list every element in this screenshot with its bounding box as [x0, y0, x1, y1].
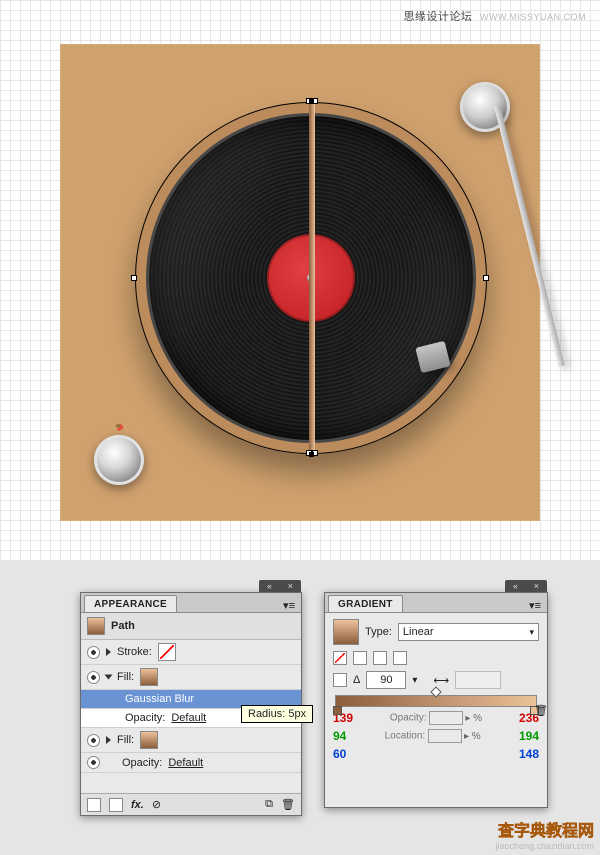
stroke-grad-opt2-icon[interactable] [373, 651, 387, 665]
opacity-label: Opacity: [125, 712, 165, 724]
stop-opacity-field [429, 711, 463, 725]
new-stroke-icon[interactable] [87, 798, 101, 812]
clear-appearance-icon[interactable]: ⊘ [152, 798, 161, 811]
credit-url: WWW.MISSYUAN.COM [480, 12, 586, 22]
reverse-gradient-icon[interactable] [333, 673, 347, 687]
watermark-cn: 查字典教程网 [495, 817, 594, 841]
volume-knob [94, 435, 144, 485]
fill-label: Fill: [117, 671, 134, 683]
fill-row[interactable]: Fill: [81, 665, 301, 690]
close-icon[interactable]: × [288, 582, 293, 591]
visibility-toggle-icon[interactable] [87, 646, 100, 659]
type-value: Linear [403, 626, 434, 638]
angle-value: 90 [380, 674, 392, 686]
panel-collapse-strip[interactable]: « × [505, 580, 547, 592]
aspect-ratio-icon[interactable]: ⟷ [433, 674, 449, 687]
disclosure-icon[interactable] [106, 736, 111, 744]
stroke-gradient-none-icon[interactable] [333, 651, 347, 665]
panels-area: « × APPEARANCE ▾≡ Path Stroke: Fill: Gau… [0, 560, 600, 855]
stroke-row[interactable]: Stroke: [81, 640, 301, 665]
handle-r[interactable] [483, 275, 489, 281]
stop-location-field [428, 729, 462, 743]
panel-tabbar: APPEARANCE ▾≡ [81, 593, 301, 613]
blur-radius-tooltip: Radius: 5px [241, 705, 313, 723]
gradient-preview-icon[interactable] [333, 619, 359, 645]
visibility-toggle-icon[interactable] [87, 734, 100, 747]
appearance-tab[interactable]: APPEARANCE [84, 595, 177, 612]
canvas-grid: 思缘设计论坛 WWW.MISSYUAN.COM [0, 0, 600, 560]
anchor-top[interactable] [309, 99, 314, 104]
aspect-field [455, 671, 501, 689]
type-label: Type: [365, 626, 392, 638]
object-opacity-row[interactable]: Opacity: Default [81, 753, 301, 773]
fill2-row[interactable]: Fill: [81, 728, 301, 753]
panel-collapse-strip[interactable]: « × [259, 580, 301, 592]
fill-swatch-icon[interactable] [140, 731, 158, 749]
handle-l[interactable] [131, 275, 137, 281]
panel-menu-icon[interactable]: ▾≡ [529, 599, 541, 612]
angle-field[interactable]: 90 [366, 671, 406, 689]
panel-menu-icon[interactable]: ▾≡ [283, 599, 295, 612]
site-watermark: 查字典教程网 jiaocheng.chazidian.com [495, 817, 594, 851]
trash-icon[interactable]: 🗑 [534, 704, 548, 717]
disclosure-icon[interactable] [106, 648, 111, 656]
gradient-panel[interactable]: « × GRADIENT ▾≡ Type: Linear ▾ [324, 592, 548, 808]
fx-menu-icon[interactable]: fx. [131, 799, 144, 811]
location-label: Location: [385, 731, 426, 742]
credit-cn: 思缘设计论坛 [403, 11, 472, 23]
source-credit: 思缘设计论坛 WWW.MISSYUAN.COM [403, 8, 586, 24]
visibility-toggle-icon[interactable] [87, 671, 100, 684]
watermark-en: jiaocheng.chazidian.com [495, 841, 594, 851]
visibility-toggle-icon[interactable] [87, 756, 100, 769]
effect-name: Gaussian Blur [125, 693, 194, 705]
right-g: 194 [519, 729, 539, 743]
tonearm [494, 105, 565, 366]
chevron-down-icon[interactable]: ▾ [529, 627, 534, 638]
opacity-value: Default [168, 757, 203, 769]
panel-tabbar: GRADIENT ▾≡ [325, 593, 547, 613]
appearance-footer: fx. ⊘ ⧉ 🗑 [81, 793, 301, 815]
selected-path[interactable] [309, 102, 315, 454]
angle-label: Δ [353, 674, 360, 686]
stroke-label: Stroke: [117, 646, 152, 658]
opacity-value: Default [171, 712, 206, 724]
gradient-tab[interactable]: GRADIENT [328, 595, 403, 612]
stroke-grad-opt3-icon[interactable] [393, 651, 407, 665]
left-g: 94 [333, 729, 346, 743]
collapse-icon[interactable]: « [513, 582, 518, 591]
fill-swatch-icon[interactable] [140, 668, 158, 686]
close-icon[interactable]: × [534, 582, 539, 591]
left-b: 60 [333, 747, 346, 761]
new-fill-icon[interactable] [109, 798, 123, 812]
gradient-ramp[interactable]: 🗑 [335, 695, 537, 707]
object-thumb-icon [87, 617, 105, 635]
anchor-bottom[interactable] [309, 452, 314, 457]
gradient-stop-left[interactable] [333, 706, 342, 715]
duplicate-icon[interactable]: ⧉ [265, 798, 273, 811]
collapse-icon[interactable]: « [267, 582, 272, 591]
disclosure-icon[interactable] [105, 675, 113, 680]
appearance-header: Path [81, 613, 301, 640]
chevron-down-icon[interactable]: ▾ [412, 675, 417, 686]
right-b: 148 [519, 747, 539, 761]
trash-icon[interactable]: 🗑 [281, 798, 295, 811]
opacity-label: Opacity: [390, 713, 427, 724]
object-type: Path [111, 620, 135, 632]
no-stroke-swatch-icon[interactable] [158, 643, 176, 661]
appearance-panel[interactable]: « × APPEARANCE ▾≡ Path Stroke: Fill: Gau… [80, 592, 302, 816]
gradient-type-select[interactable]: Linear ▾ [398, 623, 539, 641]
artboard[interactable] [60, 44, 540, 521]
opacity-label: Opacity: [122, 757, 162, 769]
stroke-grad-opt1-icon[interactable] [353, 651, 367, 665]
fill-label: Fill: [117, 734, 134, 746]
